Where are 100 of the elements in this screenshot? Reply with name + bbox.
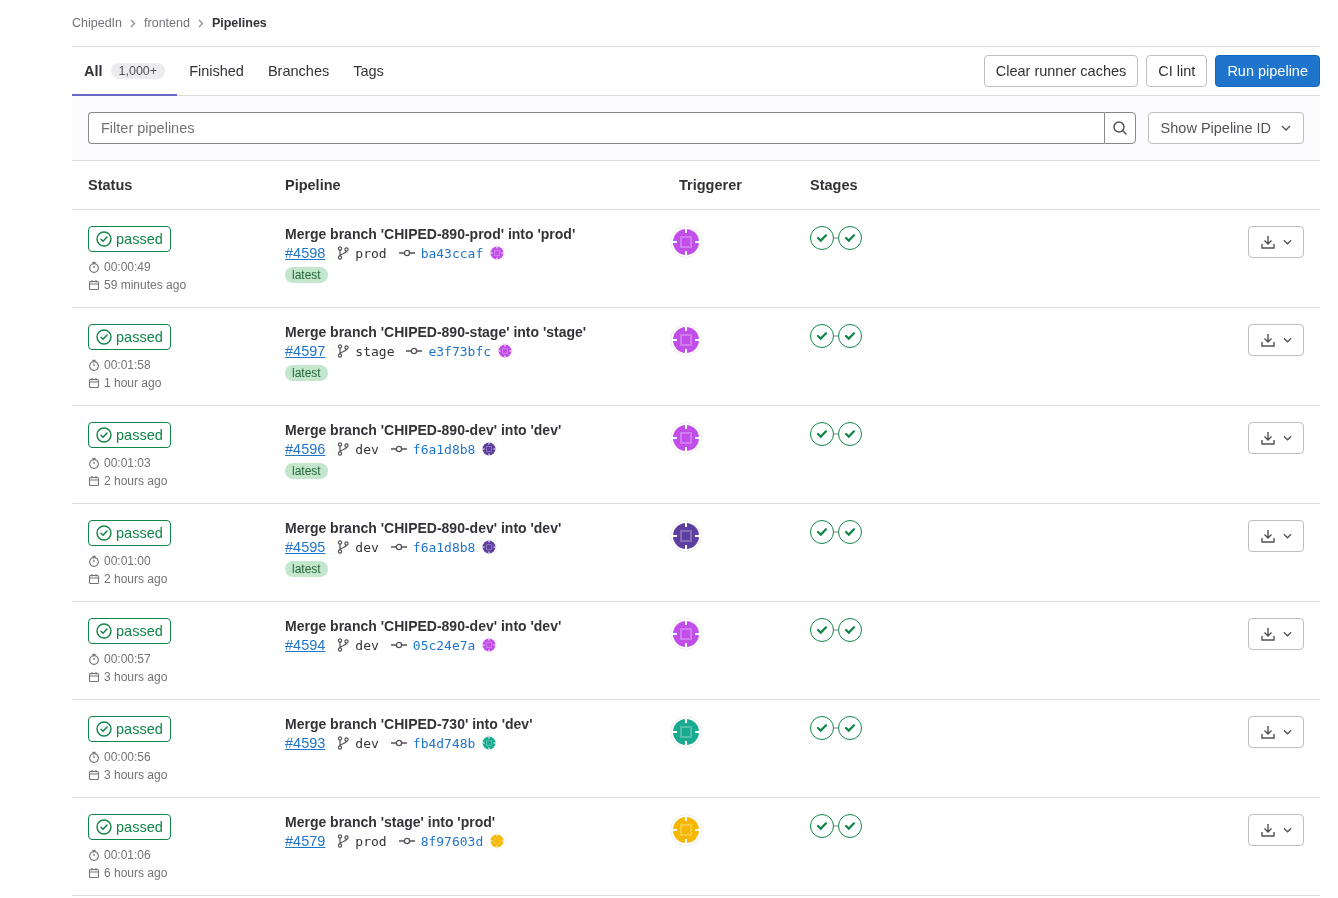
action-button[interactable]: CI lint [1146,55,1208,87]
triggerer-avatar[interactable] [670,422,702,454]
count-badge: 1,000+ [110,62,166,79]
tab[interactable]: Tags [341,47,396,96]
download-artifacts-button[interactable] [1248,324,1304,356]
stage-status-button[interactable] [838,422,862,446]
breadcrumb-link[interactable]: Pipelines [211,16,267,30]
check-icon [816,527,828,537]
download-artifacts-button[interactable] [1248,422,1304,454]
download-icon [1260,431,1275,445]
tab[interactable]: Branches [255,47,342,96]
pipeline-title: Merge branch 'CHIPED-730' into 'dev' [285,716,534,732]
breadcrumb-link[interactable]: ChipedIn [72,16,123,30]
download-artifacts-button[interactable] [1248,520,1304,552]
filter-field[interactable]: Filter pipelines [88,112,1104,144]
branch-link[interactable]: dev [355,441,379,457]
stage-status-button[interactable] [838,814,862,838]
download-icon [1260,627,1275,641]
pipeline-id-link[interactable]: #4579 [285,833,326,849]
triggerer-avatar[interactable] [670,324,702,356]
commit-icon [390,543,407,551]
status-badge[interactable]: passed [88,226,171,252]
commit-icon [398,249,415,257]
stage-status-button[interactable] [838,226,862,250]
stage-status-button[interactable] [810,618,834,642]
tab[interactable]: Finished [177,47,256,96]
calendar-icon [88,867,100,879]
pipeline-id-link[interactable]: #4598 [285,245,326,261]
branch-link[interactable]: dev [355,539,379,555]
action-button[interactable]: Clear runner caches [983,55,1139,87]
stage-status-button[interactable] [838,716,862,740]
finished-time-text: 6 hours ago [104,866,168,880]
stage-status-button[interactable] [838,520,862,544]
stage-status-button[interactable] [810,226,834,250]
finished-time-text: 3 hours ago [104,768,168,782]
stage-status-button[interactable] [810,422,834,446]
stage-status-button[interactable] [810,520,834,544]
download-icon [1260,333,1275,347]
branch-icon [337,246,350,260]
commit-link[interactable]: e3f73bfc [428,343,492,359]
branch-link[interactable]: prod [355,833,387,849]
pipeline-id-link[interactable]: #4597 [285,343,326,359]
branch-link[interactable]: dev [355,735,379,751]
chevron-down-icon [1282,533,1292,539]
primary-button[interactable]: Run pipeline [1215,55,1320,87]
check-circle-icon [96,231,112,247]
status-badge[interactable]: passed [88,324,171,350]
pipeline-id-link[interactable]: #4596 [285,441,326,457]
status-badge[interactable]: passed [88,618,171,644]
download-icon [1260,235,1275,249]
chevron-down-icon [1282,729,1292,735]
commit-link[interactable]: 05c24e7a [412,637,476,653]
finished-time-text: 1 hour ago [104,376,162,390]
check-icon [816,821,828,831]
calendar-icon [88,377,100,389]
commit-icon [390,445,407,453]
status-badge[interactable]: passed [88,520,171,546]
chevron-down-icon [1282,239,1292,245]
breadcrumb-link[interactable]: frontend [144,16,190,30]
pipeline-id-dropdown[interactable]: Show Pipeline ID [1147,112,1304,144]
pipeline-id-link[interactable]: #4593 [285,735,326,751]
pipeline-id-link[interactable]: #4595 [285,539,326,555]
check-circle-icon [96,525,112,541]
duration-text: 00:01:00 [104,554,151,568]
check-icon [844,527,856,537]
stage-status-button[interactable] [838,324,862,348]
download-artifacts-button[interactable] [1248,618,1304,650]
branch-link[interactable]: stage [355,343,395,359]
commit-link[interactable]: f6a1d8b8 [412,539,476,555]
stage-status-button[interactable] [810,324,834,348]
branch-icon [337,736,350,750]
download-artifacts-button[interactable] [1248,226,1304,258]
pipeline-id-link[interactable]: #4594 [285,637,326,653]
branch-link[interactable]: prod [355,245,387,261]
stage-status-button[interactable] [810,814,834,838]
commit-link[interactable]: 8f97603d [420,833,484,849]
triggerer-avatar[interactable] [670,226,702,258]
duration-text: 00:01:58 [104,358,151,372]
status-badge[interactable]: passed [88,716,171,742]
commit-link[interactable]: f6a1d8b8 [412,441,476,457]
latest-badge: latest [285,463,328,479]
branch-link[interactable]: dev [355,637,379,653]
duration-text: 00:01:03 [104,456,151,470]
duration-text: 00:00:56 [104,750,151,764]
timer-icon [88,457,100,469]
search-button[interactable] [1103,112,1136,144]
download-artifacts-button[interactable] [1248,716,1304,748]
status-badge[interactable]: passed [88,422,171,448]
column-header: Status [72,161,269,210]
check-icon [844,429,856,439]
timer-icon [88,359,100,371]
triggerer-avatar[interactable] [670,520,702,552]
download-artifacts-button[interactable] [1248,814,1304,846]
status-badge[interactable]: passed [88,814,171,840]
stage-status-button[interactable] [810,716,834,740]
commit-link[interactable]: fb4d748b [412,735,476,751]
triggerer-avatar[interactable] [670,618,702,650]
check-icon [816,625,828,635]
commit-link[interactable]: ba43ccaf [420,245,484,261]
stage-status-button[interactable] [838,618,862,642]
